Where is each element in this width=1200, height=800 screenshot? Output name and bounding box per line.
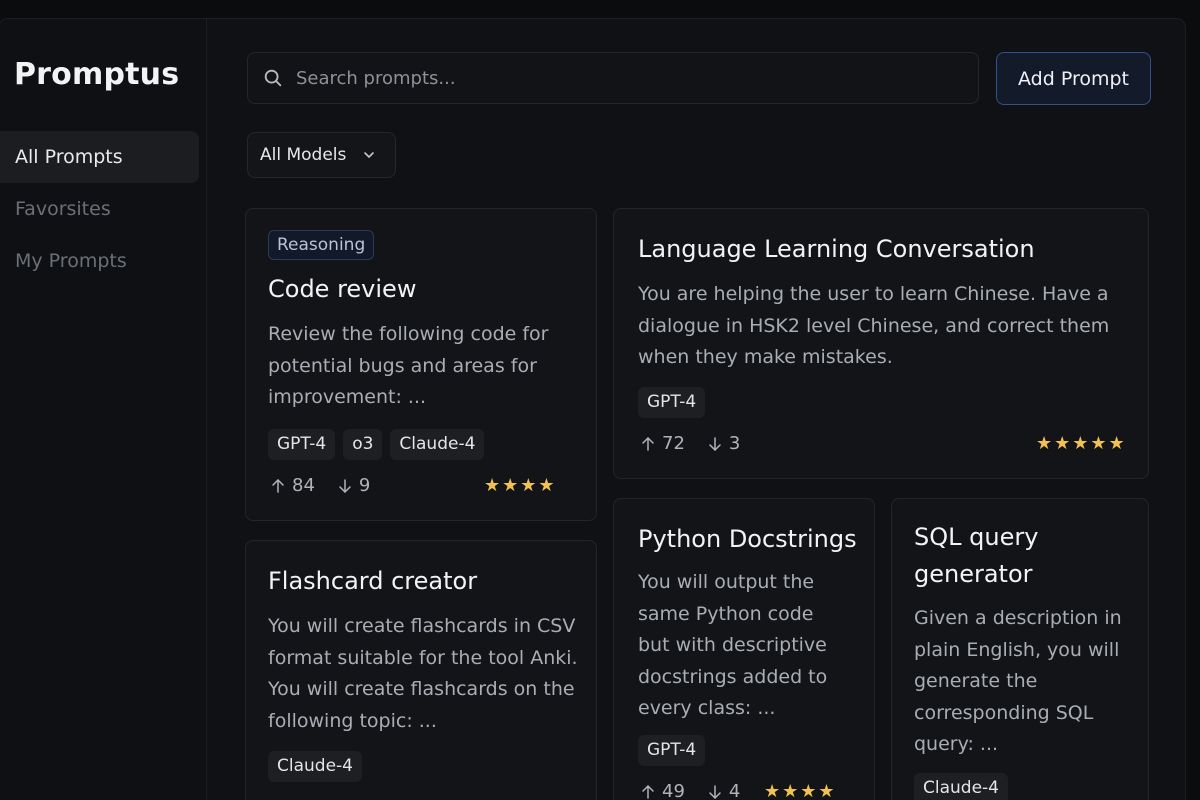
card-title: Code review: [268, 275, 417, 303]
search-bar[interactable]: [247, 52, 979, 104]
upvote-button[interactable]: 84: [270, 475, 315, 496]
model-tags: GPT-4: [638, 735, 706, 766]
downvote-button[interactable]: 9: [337, 475, 370, 496]
sidebar-nav: All Prompts Favorsites My Prompts: [0, 131, 199, 287]
prompt-card-code-review[interactable]: Reasoning Code review Review the followi…: [245, 208, 597, 521]
vote-counts: 72 3: [640, 433, 762, 454]
card-description: Review the following code for potential …: [268, 323, 549, 408]
app-window: Promptus All Prompts Favorsites My Promp…: [0, 18, 1186, 800]
upvote-count: 49: [662, 781, 685, 800]
upvote-count: 72: [662, 433, 685, 454]
arrow-down-icon: [709, 436, 721, 451]
app-title: Promptus: [14, 57, 180, 92]
model-tag: Claude-4: [390, 429, 485, 460]
arrow-down-icon: [709, 784, 721, 799]
model-tag: GPT-4: [638, 735, 706, 766]
prompt-card-language-learning[interactable]: Language Learning Conversation You are h…: [613, 208, 1149, 479]
downvote-count: 3: [728, 433, 741, 454]
sidebar-item-all-prompts[interactable]: All Prompts: [0, 131, 199, 183]
downvote-button[interactable]: 3: [707, 433, 740, 454]
card-description: You will output the same Python code but…: [638, 571, 828, 719]
card-title: Language Learning Conversation: [638, 235, 1035, 263]
model-tag: GPT-4: [638, 387, 706, 418]
sidebar-item-favorites[interactable]: Favorsites: [0, 183, 199, 235]
chevron-down-icon: [364, 152, 375, 158]
downvote-count: 4: [728, 781, 741, 800]
prompt-card-python-docstrings[interactable]: Python Docstrings You will output the sa…: [613, 498, 875, 800]
model-filter-select[interactable]: All Models: [247, 132, 396, 178]
downvote-count: 9: [358, 475, 371, 496]
card-title: Flashcard creator: [268, 567, 478, 595]
upvote-button[interactable]: 49: [640, 781, 685, 800]
prompt-card-flashcard-creator[interactable]: Flashcard creator You will create flashc…: [245, 540, 597, 800]
search-input[interactable]: [296, 67, 978, 89]
star-rating: ★★★★★: [1036, 433, 1127, 454]
card-title: SQL query generator: [914, 523, 1039, 588]
add-prompt-button[interactable]: Add Prompt: [996, 52, 1151, 105]
upvote-count: 84: [292, 475, 315, 496]
model-filter-label: All Models: [260, 145, 347, 165]
main-content: Add Prompt All Models Reasoning Code rev…: [207, 19, 1185, 800]
upvote-button[interactable]: 72: [640, 433, 685, 454]
card-description: You will create flashcards in CSV format…: [268, 615, 578, 732]
model-tag: Claude-4: [268, 751, 362, 782]
model-tag: Claude-4: [914, 773, 1008, 800]
card-title: Python Docstrings: [638, 525, 857, 553]
arrow-up-icon: [642, 436, 654, 451]
star-rating: ★★★★: [484, 475, 557, 496]
sidebar: Promptus All Prompts Favorsites My Promp…: [0, 19, 207, 800]
model-tags: GPT-4: [638, 387, 706, 418]
card-description: You are helping the user to learn Chines…: [638, 283, 1110, 368]
model-tags: GPT-4 o3 Claude-4: [268, 429, 485, 460]
category-badge: Reasoning: [268, 230, 375, 260]
model-tags: Claude-4: [914, 773, 1008, 800]
search-icon: [264, 69, 282, 87]
sidebar-item-my-prompts[interactable]: My Prompts: [0, 235, 199, 287]
arrow-up-icon: [642, 784, 654, 799]
vote-counts: 84 9: [270, 475, 392, 496]
downvote-button[interactable]: 4: [707, 781, 740, 800]
star-rating: ★★★★: [764, 781, 837, 800]
model-tag: o3: [343, 429, 383, 460]
card-description: Given a description in plain English, yo…: [914, 607, 1122, 755]
model-tag: GPT-4: [268, 429, 336, 460]
prompt-card-sql-query-generator[interactable]: SQL query generator Given a description …: [891, 498, 1149, 800]
arrow-up-icon: [272, 478, 284, 493]
model-tags: Claude-4: [268, 751, 362, 782]
vote-counts: 49 4: [640, 781, 762, 800]
arrow-down-icon: [339, 478, 351, 493]
